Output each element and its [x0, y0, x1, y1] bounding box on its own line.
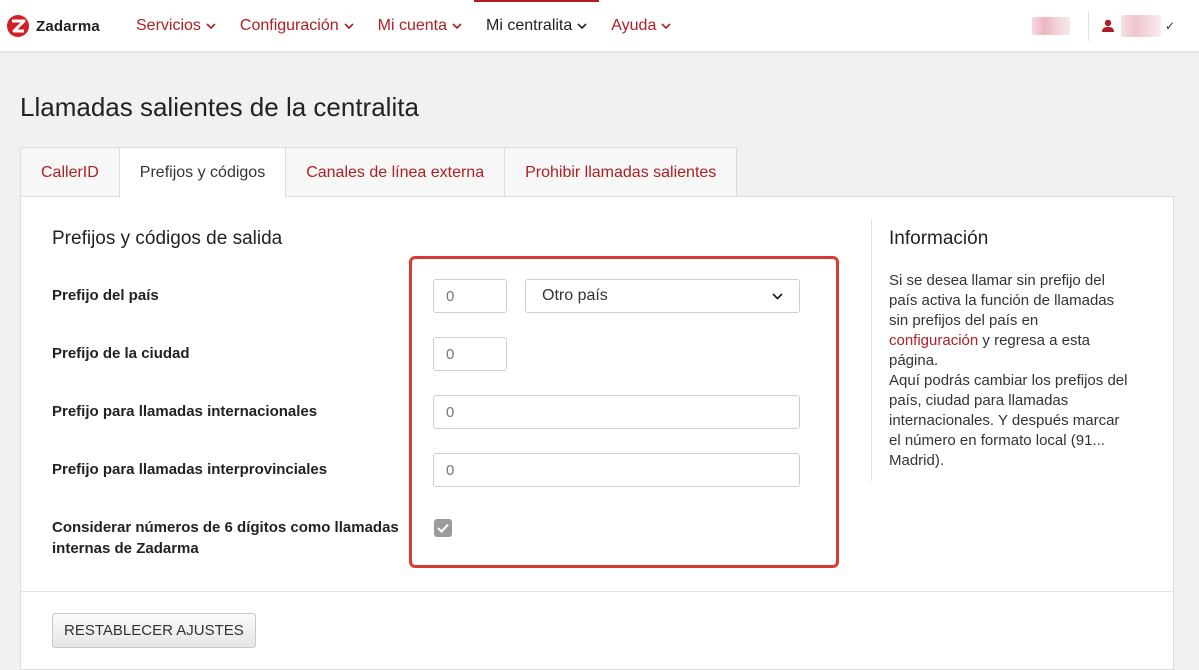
chevron-down-icon [661, 22, 671, 29]
international-prefix-input[interactable]: 0 [433, 395, 800, 429]
page-title: Llamadas salientes de la centralita [20, 92, 419, 122]
top-navbar: Zadarma Servicios Configuración Mi cuent… [0, 0, 1199, 52]
city-prefix-input[interactable]: 0 [433, 337, 507, 371]
interprovincial-prefix-input[interactable]: 0 [433, 453, 800, 487]
nav-label: Mi cuenta [377, 17, 448, 34]
main-nav: Servicios Configuración Mi cuenta Mi cen… [124, 0, 683, 52]
checkmark-icon [437, 523, 449, 533]
column-divider [871, 219, 872, 481]
interprovincial-prefix-label: Prefijo para llamadas interprovinciales [52, 461, 328, 478]
divider [1087, 11, 1089, 41]
country-prefix-input[interactable]: 0 [433, 279, 507, 313]
info-title: Información [889, 228, 989, 249]
settings-panel: Prefijos y códigos de salida Prefijo del… [20, 196, 1174, 670]
section-title: Prefijos y códigos de salida [52, 228, 283, 249]
six-digit-label-line1: Considerar números de 6 dígitos como lla… [52, 519, 399, 536]
nav-mi-cuenta[interactable]: Mi cuenta [366, 0, 474, 52]
six-digit-checkbox[interactable] [434, 519, 452, 537]
chevron-down-icon [577, 22, 587, 29]
nav-mi-centralita[interactable]: Mi centralita [474, 0, 600, 52]
checkmark-icon: ✓ [1164, 19, 1175, 33]
chevron-down-icon [206, 22, 216, 29]
footer-divider [21, 591, 1173, 592]
configuracion-link[interactable]: configuración [889, 332, 978, 349]
redacted-balance[interactable] [1031, 17, 1070, 35]
international-prefix-label: Prefijo para llamadas internacionales [52, 403, 318, 420]
logo-text: Zadarma [36, 17, 100, 35]
nav-label: Ayuda [611, 17, 657, 34]
nav-configuracion[interactable]: Configuración [228, 0, 366, 52]
redacted-username[interactable] [1120, 15, 1161, 37]
nav-label: Mi centralita [486, 17, 573, 34]
chevron-down-icon [772, 292, 783, 300]
country-select[interactable]: Otro país [525, 279, 800, 313]
tab-canales-linea-externa[interactable]: Canales de línea externa [285, 147, 506, 197]
tab-prohibir-llamadas[interactable]: Prohibir llamadas salientes [504, 147, 738, 197]
nav-servicios[interactable]: Servicios [124, 0, 228, 52]
tab-bar: CallerID Prefijos y códigos Canales de l… [20, 147, 738, 198]
info-text-paragraph2: Aquí podrás cambiar los prefijos del paí… [889, 372, 1128, 469]
account-area: ✓ [1031, 0, 1175, 52]
nav-ayuda[interactable]: Ayuda [599, 0, 683, 52]
user-icon[interactable] [1101, 19, 1115, 33]
country-select-value: Otro país [542, 287, 608, 304]
reset-settings-button[interactable]: RESTABLECER AJUSTES [52, 613, 256, 648]
city-prefix-label: Prefijo de la ciudad [52, 345, 190, 362]
info-text: Si se desea llamar sin prefijo del país … [889, 271, 1129, 471]
six-digit-label: Considerar números de 6 dígitos como lla… [52, 517, 399, 559]
zadarma-logo[interactable]: Zadarma [6, 13, 100, 39]
nav-label: Servicios [136, 17, 201, 34]
info-text-part1: Si se desea llamar sin prefijo del país … [889, 272, 1115, 329]
six-digit-label-line2: internas de Zadarma [52, 540, 199, 557]
tab-callerid[interactable]: CallerID [20, 147, 120, 197]
tab-prefijos-y-codigos[interactable]: Prefijos y códigos [118, 147, 287, 198]
chevron-down-icon [452, 22, 462, 29]
nav-label: Configuración [239, 17, 339, 34]
country-prefix-label: Prefijo del país [52, 287, 159, 304]
zadarma-logo-icon [7, 15, 29, 37]
chevron-down-icon [344, 22, 354, 29]
